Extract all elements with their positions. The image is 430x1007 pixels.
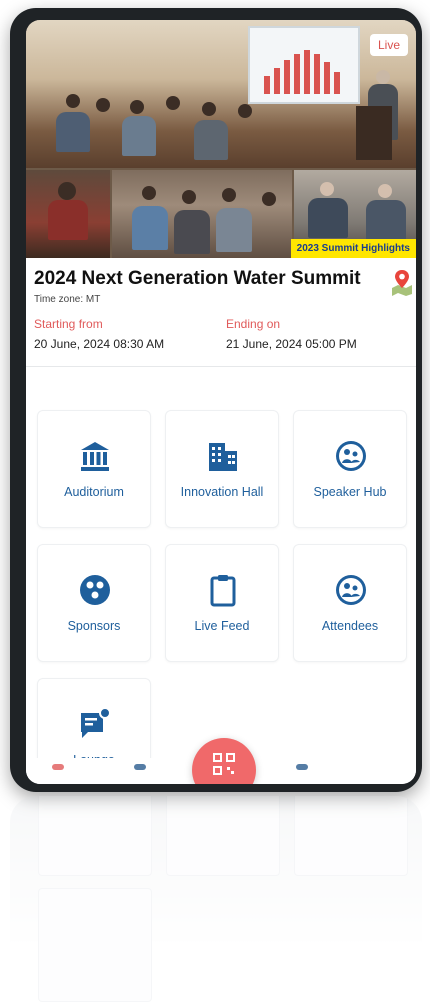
nav-home-icon[interactable] <box>52 764 64 770</box>
end-label: Ending on <box>226 317 281 331</box>
nav-agenda-icon[interactable] <box>296 764 308 770</box>
slide-bar <box>264 76 270 94</box>
slide-bar <box>294 54 300 94</box>
clipboard-icon <box>210 575 236 607</box>
panelist-head <box>378 184 392 198</box>
timezone-text: Time zone: MT <box>34 294 101 305</box>
photo-conference-room <box>26 20 416 168</box>
sponsors-icon <box>80 575 110 605</box>
panelist-head <box>320 182 334 196</box>
tile-innovation-hall[interactable]: Innovation Hall <box>165 410 279 528</box>
nav-profile-icon[interactable] <box>134 764 146 770</box>
phone-reflection <box>10 796 422 1006</box>
tile-speaker-hub[interactable]: Speaker Hub <box>293 410 407 528</box>
start-datetime: 20 June, 2024 08:30 AM <box>34 337 165 351</box>
reflection-tile <box>38 888 152 1002</box>
panelist-body <box>366 200 406 240</box>
slide-bar <box>304 50 310 94</box>
event-title: 2024 Next Generation Water Summit <box>34 268 361 289</box>
tile-label: Sponsors <box>67 619 121 633</box>
audience-body <box>122 116 156 156</box>
hero-banner[interactable]: Live 2023 Summit Highlights <box>26 20 416 258</box>
presentation-slide <box>248 26 360 104</box>
end-datetime: 21 June, 2024 05:00 PM <box>226 337 357 351</box>
tile-label: Attendees <box>321 619 379 633</box>
audience-head <box>238 104 252 118</box>
building-columns-icon <box>81 442 109 471</box>
tile-label: Auditorium <box>64 485 124 499</box>
slide-bar <box>314 54 320 94</box>
speaker-head <box>376 70 390 84</box>
tile-label: Innovation Hall <box>180 485 264 499</box>
photo-speaker-woman <box>26 170 110 258</box>
tile-label: Speaker Hub <box>313 485 387 499</box>
reflection-tile <box>166 796 280 876</box>
chat-bubble-icon <box>81 707 111 738</box>
map-pin-icon[interactable] <box>390 268 414 296</box>
qr-scan-button[interactable] <box>192 738 256 784</box>
audience-head <box>262 192 276 206</box>
podium <box>356 106 392 160</box>
office-building-icon <box>209 443 237 471</box>
audience-body <box>194 120 228 160</box>
reflection-tile <box>294 796 408 876</box>
start-label: Starting from <box>34 317 103 331</box>
tile-auditorium[interactable]: Auditorium <box>37 410 151 528</box>
slide-bar <box>274 68 280 94</box>
live-badge: Live <box>369 34 408 56</box>
highlights-caption: 2023 Summit Highlights <box>290 239 416 258</box>
speaker-body <box>48 200 88 240</box>
audience-head <box>66 94 80 108</box>
audience-head <box>96 98 110 112</box>
tile-sponsors[interactable]: Sponsors <box>37 544 151 662</box>
attendees-icon <box>336 575 366 605</box>
photo-audience <box>112 170 292 258</box>
audience-head <box>182 190 196 204</box>
audience-head <box>142 186 156 200</box>
audience-body <box>216 208 252 252</box>
audience-body <box>174 210 210 254</box>
slide-bar <box>334 72 340 94</box>
audience-body <box>132 206 168 250</box>
app-screen: Live 2023 Summit Highlights 2024 Next Ge… <box>26 20 416 784</box>
phone-frame: Live 2023 Summit Highlights 2024 Next Ge… <box>10 8 422 792</box>
audience-head <box>166 96 180 110</box>
slide-bar <box>284 60 290 94</box>
panelist-body <box>308 198 348 238</box>
tile-live-feed[interactable]: Live Feed <box>165 544 279 662</box>
reflection-tile <box>38 796 152 876</box>
audience-head <box>222 188 236 202</box>
audience-head <box>130 100 144 114</box>
qr-code-icon <box>213 753 235 775</box>
speaker-head <box>58 182 76 200</box>
slide-bar <box>324 62 330 94</box>
audience-head <box>202 102 216 116</box>
tile-attendees[interactable]: Attendees <box>293 544 407 662</box>
audience-body <box>56 112 90 152</box>
tile-label: Live Feed <box>194 619 250 633</box>
speaker-hub-icon <box>336 441 366 471</box>
divider <box>26 366 416 367</box>
